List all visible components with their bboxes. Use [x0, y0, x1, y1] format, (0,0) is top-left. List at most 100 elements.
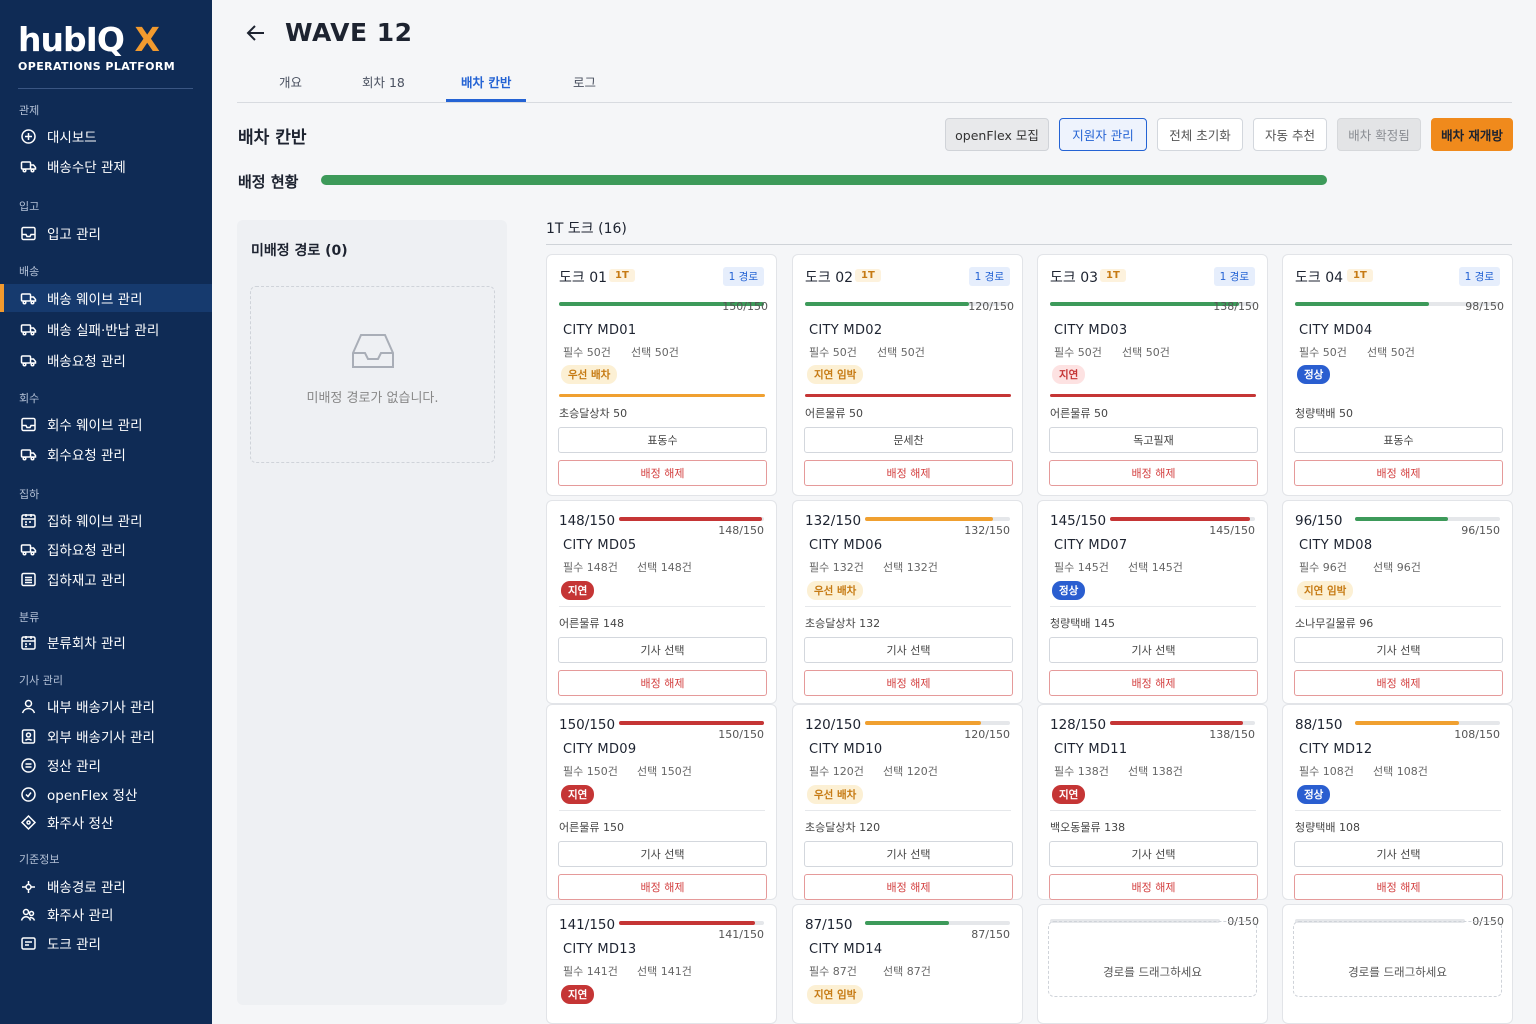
route-card[interactable]: 145/150 145/150 CITY MD07 필수 145건 선택 145건 정상 청… — [1037, 500, 1268, 704]
auto-recommend-button[interactable]: 자동 추천 — [1253, 118, 1327, 151]
reset-all-button[interactable]: 전체 초기화 — [1157, 118, 1243, 151]
unassigned-dropzone[interactable]: 미배정 경로가 없습니다. — [250, 286, 495, 463]
dispatch-reopen-button[interactable]: 배차 재개방 — [1431, 118, 1513, 151]
release-assignment-button[interactable]: 배정 해제 — [558, 874, 767, 900]
release-assignment-button[interactable]: 배정 해제 — [1294, 670, 1503, 696]
driver-select-button[interactable]: 기사 선택 — [558, 841, 767, 867]
dock-card[interactable]: 도크 03 1T 1 경로 138/150 CITY MD03 필수 50건 선택 50건 지… — [1037, 254, 1268, 496]
route-city: CITY MD02 — [809, 323, 883, 338]
openflex-recruit-button[interactable]: openFlex 모집 — [945, 118, 1049, 151]
sidebar-item[interactable]: 회수 웨이브 관리 — [0, 410, 212, 438]
carrier-label: 어른물류 148 — [559, 617, 624, 630]
driver-select-button[interactable]: 표동수 — [1294, 427, 1503, 453]
release-assignment-button[interactable]: 배정 해제 — [804, 874, 1013, 900]
route-card[interactable]: 96/150 96/150 CITY MD08 필수 96건 선택 96건 지연 임박 소나… — [1282, 500, 1513, 704]
release-assignment-button[interactable]: 배정 해제 — [1294, 460, 1503, 486]
sidebar-item[interactable]: 회수요청 관리 — [0, 440, 212, 468]
dispatch-confirmed-button[interactable]: 배차 확정됨 — [1337, 118, 1421, 151]
logo[interactable]: hubIQ X OPERATIONS PLATFORM — [18, 22, 175, 74]
driver-select-button[interactable]: 기사 선택 — [1294, 637, 1503, 663]
tab-log[interactable]: 로그 — [573, 72, 596, 91]
sidebar-item[interactable]: 대시보드 — [0, 122, 212, 150]
release-assignment-button[interactable]: 배정 해제 — [1049, 874, 1258, 900]
status-badge: 지연 임박 — [807, 985, 864, 1004]
release-assignment-button[interactable]: 배정 해제 — [1049, 460, 1258, 486]
route-slot-card[interactable]: 0/150 경로를 드래그하세요 — [1037, 904, 1268, 1024]
dock-card[interactable]: 도크 01 1T 1 경로 150/150 CITY MD01 필수 50건 선택 50건 우… — [546, 254, 777, 496]
route-card[interactable]: 150/150 150/150 CITY MD09 필수 150건 선택 150건 지연 어… — [546, 704, 777, 900]
route-card[interactable]: 128/150 138/150 CITY MD11 필수 138건 선택 138건 지연 백… — [1037, 704, 1268, 900]
sidebar-item[interactable]: 화주사 관리 — [0, 900, 212, 928]
applicant-manage-button[interactable]: 지원자 관리 — [1059, 118, 1147, 151]
dock-name: 도크 01 — [559, 270, 608, 286]
sidebar-item[interactable]: 배송 실패·반납 관리 — [0, 315, 212, 343]
route-city: CITY MD09 — [563, 742, 637, 757]
sidebar-item[interactable]: 배송경로 관리 — [0, 872, 212, 900]
release-assignment-button[interactable]: 배정 해제 — [804, 670, 1013, 696]
tab-round[interactable]: 회차 18 — [362, 72, 405, 91]
driver-select-button[interactable]: 문세찬 — [804, 427, 1013, 453]
route-city: CITY MD06 — [809, 538, 883, 553]
card-divider — [559, 606, 765, 607]
route-card[interactable]: 141/150 141/150 CITY MD13 필수 141건 선택 141건 지연 — [546, 904, 777, 1024]
driver-select-button[interactable]: 기사 선택 — [1294, 841, 1503, 867]
optional-count: 선택 138건 — [1128, 765, 1183, 778]
dock-card[interactable]: 도크 04 1T 1 경로 98/150 CITY MD04 필수 50건 선택 50건 정상… — [1282, 254, 1513, 496]
capacity-bar-fill — [619, 721, 764, 725]
optional-count: 선택 108건 — [1373, 765, 1428, 778]
sidebar-item[interactable]: 배송 웨이브 관리 — [0, 284, 212, 312]
release-assignment-button[interactable]: 배정 해제 — [1049, 670, 1258, 696]
truck-icon — [20, 541, 37, 558]
route-card[interactable]: 87/150 87/150 CITY MD14 필수 87건 선택 87건 지연 임박 — [792, 904, 1023, 1024]
optional-count: 선택 50건 — [631, 346, 679, 359]
release-assignment-button[interactable]: 배정 해제 — [804, 460, 1013, 486]
sidebar-item-label: 배송 실패·반납 관리 — [47, 323, 160, 339]
sidebar-item[interactable]: 집하재고 관리 — [0, 565, 212, 593]
capacity-bar — [865, 517, 1010, 521]
release-assignment-button[interactable]: 배정 해제 — [558, 670, 767, 696]
capacity-bar-fill — [865, 517, 993, 521]
driver-select-button[interactable]: 기사 선택 — [804, 637, 1013, 663]
sidebar-item[interactable]: 정산 관리 — [0, 751, 212, 779]
driver-select-button[interactable]: 기사 선택 — [1049, 637, 1258, 663]
sidebar-item[interactable]: openFlex 정산 — [0, 780, 212, 808]
tab-dispatch-kanban[interactable]: 배차 칸반 — [461, 72, 511, 91]
driver-select-button[interactable]: 표동수 — [558, 427, 767, 453]
sidebar-item[interactable]: 입고 관리 — [0, 219, 212, 247]
capacity-text: 120/150 — [964, 728, 1010, 741]
section-heading: 배차 칸반 — [238, 128, 307, 148]
driver-select-button[interactable]: 독고필재 — [1049, 427, 1258, 453]
tab-overview[interactable]: 개요 — [279, 72, 302, 91]
dock-card[interactable]: 도크 02 1T 1 경로 120/150 CITY MD02 필수 50건 선택 50건 지… — [792, 254, 1023, 496]
release-assignment-button[interactable]: 배정 해제 — [1294, 874, 1503, 900]
sidebar-item[interactable]: 집하 웨이브 관리 — [0, 506, 212, 534]
route-card[interactable]: 120/150 120/150 CITY MD10 필수 120건 선택 120건 우선 … — [792, 704, 1023, 900]
sidebar-item[interactable]: 외부 배송기사 관리 — [0, 722, 212, 750]
route-slot-card[interactable]: 0/150 경로를 드래그하세요 — [1282, 904, 1513, 1024]
driver-select-button[interactable]: 기사 선택 — [1049, 841, 1258, 867]
route-card[interactable]: 88/150 108/150 CITY MD12 필수 108건 선택 108건 정상 청량… — [1282, 704, 1513, 900]
sidebar-item[interactable]: 화주사 정산 — [0, 808, 212, 836]
sidebar-item[interactable]: 배송수단 관제 — [0, 152, 212, 180]
sidebar-item[interactable]: 내부 배송기사 관리 — [0, 692, 212, 720]
route-dropzone[interactable]: 경로를 드래그하세요 — [1048, 921, 1257, 997]
route-card[interactable]: 148/150 148/150 CITY MD05 필수 148건 선택 148건 지연 어… — [546, 500, 777, 704]
capacity-text: 98/150 — [1465, 300, 1504, 313]
carrier-label: 소나무길물류 96 — [1295, 617, 1374, 630]
back-arrow-icon[interactable] — [245, 22, 267, 44]
sidebar-item[interactable]: 배송요청 관리 — [0, 346, 212, 374]
card-divider — [805, 810, 1011, 811]
sidebar-item[interactable]: 도크 관리 — [0, 929, 212, 957]
required-count: 필수 141건 — [563, 965, 618, 978]
route-dropzone[interactable]: 경로를 드래그하세요 — [1293, 921, 1502, 997]
sidebar-item[interactable]: 분류회차 관리 — [0, 628, 212, 656]
required-count: 필수 96건 — [1299, 561, 1347, 574]
diamond-icon — [20, 814, 37, 831]
assigned-capacity: 87/150 — [805, 917, 853, 933]
carrier-label: 청량택배 145 — [1050, 617, 1115, 630]
driver-select-button[interactable]: 기사 선택 — [558, 637, 767, 663]
release-assignment-button[interactable]: 배정 해제 — [558, 460, 767, 486]
route-card[interactable]: 132/150 132/150 CITY MD06 필수 132건 선택 132건 우선 … — [792, 500, 1023, 704]
sidebar-item[interactable]: 집하요청 관리 — [0, 535, 212, 563]
driver-select-button[interactable]: 기사 선택 — [804, 841, 1013, 867]
